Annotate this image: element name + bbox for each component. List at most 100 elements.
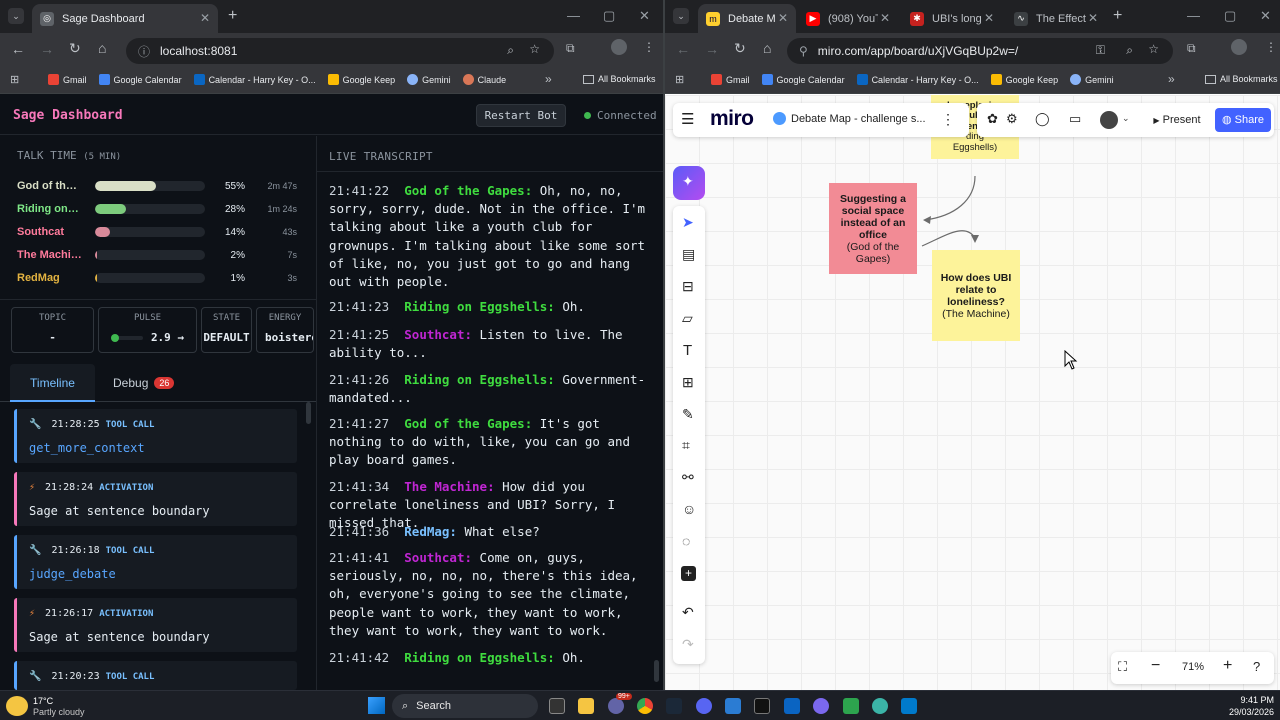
transcript-line: 21:41:22 God of the Gapes: Oh, no, no, s…	[329, 182, 649, 291]
redo-icon[interactable]: ↷	[682, 636, 694, 653]
tab-sage-dashboard[interactable]: ◎ Sage Dashboard ✕	[32, 4, 218, 33]
board-menu-icon[interactable]: ⋮	[941, 111, 955, 128]
task-view-icon[interactable]	[549, 698, 565, 714]
frames-layout-icon[interactable]: ⊟	[682, 278, 694, 295]
talk-time-percent: 14%	[224, 226, 245, 238]
close-window-icon[interactable]: ✕	[639, 8, 650, 24]
connector-arrow[interactable]	[921, 230, 976, 247]
notepad-icon[interactable]	[725, 698, 741, 714]
timeline-event[interactable]: ⚡ 21:26:17 ACTIVATION Sage at sentence boun…	[14, 598, 297, 652]
sticky-note-icon[interactable]: ▱	[682, 310, 693, 327]
back-icon[interactable]: ←	[11, 41, 25, 57]
present-button[interactable]: ▶ Present	[1145, 108, 1209, 132]
home-icon[interactable]: ⌂	[98, 40, 106, 56]
zoom-in-icon[interactable]: +	[1223, 657, 1232, 675]
bookmark-gemini[interactable]: Gemini	[407, 74, 451, 85]
sticky-note-social-space[interactable]: Suggesting a social space instead of an …	[829, 183, 917, 274]
vscode-icon[interactable]	[901, 698, 917, 714]
site-info-icon[interactable]: ⓘ	[138, 43, 150, 60]
zoom-icon[interactable]: ⌕	[507, 43, 514, 58]
bookmark-star-icon[interactable]: ☆	[529, 42, 540, 56]
restart-bot-button[interactable]: Restart Bot	[476, 104, 566, 127]
reactions-icon[interactable]: ✿	[987, 111, 998, 127]
forward-icon[interactable]: →	[40, 41, 54, 57]
app-icon[interactable]	[872, 698, 888, 714]
connector-icon[interactable]: ⚯	[682, 469, 694, 486]
bookmark-claude[interactable]: Claude	[462, 74, 506, 85]
pen-icon[interactable]: ✎	[682, 406, 694, 423]
steam-icon[interactable]	[666, 698, 682, 714]
comments-icon[interactable]: ◯	[1035, 111, 1050, 127]
timeline-scroll-thumb[interactable]	[306, 402, 311, 424]
apps-icon[interactable]: ⊞	[10, 73, 19, 86]
timeline-event[interactable]: 🔧 21:20:23 TOOL CALL	[14, 661, 297, 690]
extensions-icon[interactable]: ⧉	[566, 41, 575, 56]
profile-avatar[interactable]	[611, 39, 627, 55]
tab-search-icon[interactable]: ⌄	[8, 8, 24, 24]
zoom-out-icon[interactable]: −	[1151, 657, 1160, 675]
teams-icon[interactable]	[608, 698, 624, 714]
app-icon[interactable]	[813, 698, 829, 714]
miro-logo[interactable]: miro	[710, 107, 754, 131]
maximize-icon[interactable]: ▢	[603, 8, 615, 24]
templates-icon[interactable]: ▤	[682, 246, 695, 263]
undo-icon[interactable]: ↶	[682, 604, 694, 621]
energy-stat: ENERGY boistero	[256, 307, 314, 353]
more-bookmarks-icon[interactable]: »	[545, 72, 552, 86]
fit-to-screen-icon[interactable]: ⛶	[1118, 659, 1127, 675]
taskbar-search[interactable]: ⌕ Search	[392, 694, 538, 718]
hamburger-menu-icon[interactable]: ☰	[681, 110, 694, 128]
shapes-icon[interactable]: ⊞	[682, 374, 694, 391]
timeline-event[interactable]: ⚡ 21:28:24 ACTIVATION Sage at sentence boun…	[14, 472, 297, 526]
calendar-icon	[98, 74, 110, 85]
bookmark-gmail[interactable]: Gmail	[48, 74, 87, 85]
weather-desc[interactable]: Partly cloudy	[33, 707, 85, 717]
minimize-icon[interactable]: —	[567, 8, 580, 23]
discord-icon[interactable]	[696, 698, 712, 714]
timer-icon[interactable]: ⚙	[1006, 111, 1018, 127]
timeline-event[interactable]: 🔧 21:28:25 TOOL CALL get_more_context	[14, 409, 297, 463]
menu-icon[interactable]: ⋮	[643, 40, 655, 54]
ai-sparkle-button[interactable]: ✦	[673, 166, 705, 200]
add-more-icon[interactable]: +	[681, 566, 696, 581]
tab-debug[interactable]: Debug 26	[113, 376, 175, 390]
weather-temp[interactable]: 17°C	[33, 696, 53, 706]
select-cursor-icon[interactable]: ➤	[682, 214, 694, 231]
clock-date[interactable]: 29/03/2026	[1210, 707, 1274, 717]
bookmark-keep[interactable]: Google Keep	[327, 74, 395, 85]
chevron-down-icon[interactable]: ⌄	[1122, 113, 1130, 124]
all-bookmarks[interactable]: All Bookmarks	[583, 74, 656, 84]
weather-icon[interactable]	[6, 696, 28, 716]
reload-icon[interactable]: ↻	[69, 40, 81, 57]
powershell-icon[interactable]	[784, 698, 800, 714]
bookmark-calendar[interactable]: Google Calendar	[98, 74, 182, 85]
clock-time[interactable]: 9:41 PM	[1210, 695, 1274, 705]
terminal-icon[interactable]	[754, 698, 770, 714]
emoji-icon[interactable]: ☺	[682, 501, 696, 517]
bookmark-outlook[interactable]: Calendar - Harry Key - O...	[193, 74, 316, 85]
text-icon[interactable]: T	[683, 342, 692, 359]
app-icon[interactable]	[843, 698, 859, 714]
tab-timeline[interactable]: Timeline	[10, 364, 95, 402]
file-explorer-icon[interactable]	[578, 698, 594, 714]
timeline-event[interactable]: 🔧 21:26:18 TOOL CALL judge_debate	[14, 535, 297, 589]
frame-icon[interactable]: ⌗	[682, 437, 690, 454]
chrome-icon[interactable]	[637, 698, 653, 714]
comment-icon[interactable]: ◌	[682, 533, 690, 549]
zoom-level[interactable]: 71%	[1182, 661, 1204, 673]
board-title[interactable]: Debate Map - challenge s...	[791, 113, 926, 125]
sticky-note-ubi-loneliness[interactable]: How does UBI relate to loneliness? (The …	[932, 250, 1020, 341]
transcript-scroll-thumb[interactable]	[654, 660, 659, 682]
connector-arrow[interactable]	[924, 175, 976, 221]
help-icon[interactable]: ?	[1253, 659, 1260, 674]
transcript-time: 21:41:26	[329, 372, 390, 387]
timeline-scrollbar[interactable]	[306, 402, 311, 690]
share-button[interactable]: ◍ Share	[1215, 108, 1271, 132]
close-tab-icon[interactable]: ✕	[200, 11, 210, 25]
video-call-icon[interactable]: ▭	[1069, 111, 1081, 127]
user-avatar[interactable]	[1100, 111, 1118, 129]
start-menu-icon[interactable]	[368, 697, 385, 714]
divider	[316, 136, 317, 690]
new-tab-icon[interactable]: +	[228, 7, 237, 25]
address-bar[interactable]: ⓘ localhost:8081 ⌕ ☆	[126, 38, 554, 64]
